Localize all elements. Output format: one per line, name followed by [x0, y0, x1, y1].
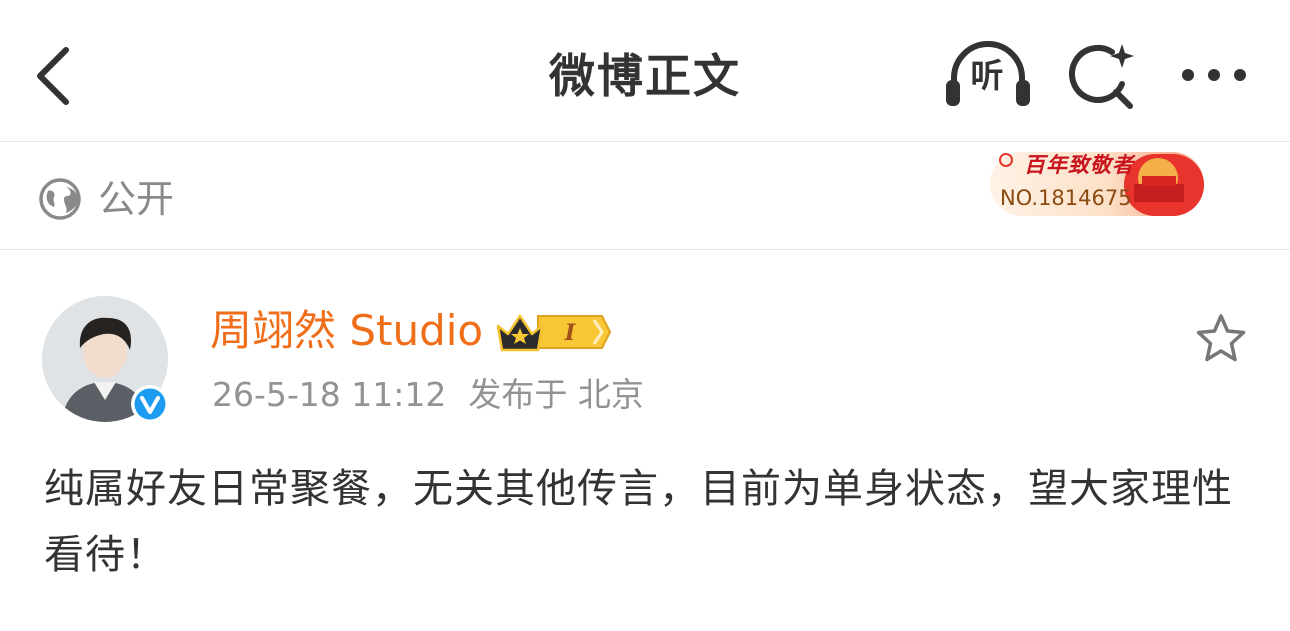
star-outline-icon: [1196, 314, 1246, 362]
vip-crown-badge[interactable]: I: [494, 308, 612, 356]
search-sparkle-icon: [1069, 44, 1134, 109]
more-dots-icon: [1182, 69, 1246, 81]
fan-badge-title: 百年致敬者: [1024, 153, 1134, 177]
fan-badge-number: NO.1814675: [1000, 186, 1132, 210]
post-location: 发布于 北京: [468, 375, 644, 414]
vip-level: I: [564, 320, 576, 346]
favorite-button[interactable]: [1192, 310, 1250, 368]
post-timestamp: 26-5-18 11:12: [212, 375, 447, 414]
globe-icon: [39, 178, 81, 220]
post-content: 纯属好友日常聚餐，无关其他传言，目前为单身状态，望大家理性看待！: [44, 466, 1233, 578]
visibility-label: 公开: [98, 177, 175, 221]
listen-label: 听: [970, 56, 1004, 95]
author-name[interactable]: 周翊然 Studio: [210, 302, 483, 360]
post-meta: 26-5-18 11:12 发布于 北京: [212, 372, 644, 418]
more-options-button[interactable]: [1176, 50, 1256, 100]
top-nav-bar: 微博正文 听: [0, 0, 1290, 142]
search-button[interactable]: [1064, 40, 1140, 116]
verified-v-icon: [131, 385, 169, 423]
